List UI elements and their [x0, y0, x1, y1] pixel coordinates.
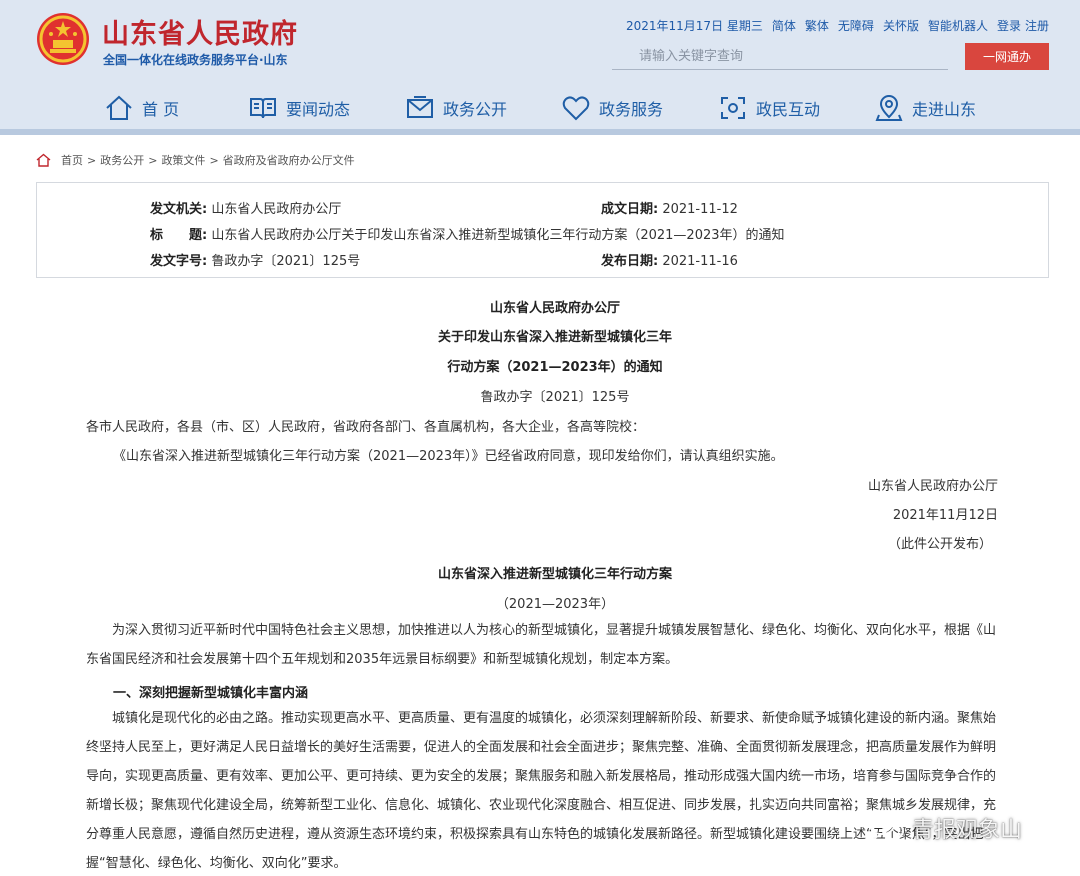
date-value: 2021-11-12	[662, 202, 738, 217]
breadcrumb-gov-affairs[interactable]: 政务公开	[100, 152, 144, 168]
site-subtitle: 全国一体化在线政务服务平台·山东	[103, 53, 288, 67]
plan-intro: 为深入贯彻习近平新时代中国特色社会主义思想，加快推进以人为核心的新型城镇化，显著…	[86, 623, 997, 667]
nav-label: 首 页	[142, 100, 180, 119]
doc-notice: 《山东省深入推进新型城镇化三年行动方案（2021—2023年）》已经省政府同意，…	[113, 449, 784, 464]
doc-heading-issuer: 山东省人民政府办公厅	[489, 301, 620, 316]
home-icon	[106, 95, 132, 120]
section-1-body: 城镇化是现代化的必由之路。推动实现更高水平、更高质量、更有温度的城镇化，必须深刻…	[86, 711, 997, 871]
nav-item-interaction[interactable]: 政民互动	[718, 88, 820, 128]
envelope-icon	[407, 96, 433, 118]
doc-signature: 山东省人民政府办公厅	[867, 479, 998, 494]
number-value: 鲁政办字〔2021〕125号	[211, 254, 361, 269]
wechat-icon	[869, 815, 904, 842]
link-smart-robot[interactable]: 智能机器人	[928, 17, 988, 34]
nav-label: 政务公开	[443, 100, 508, 119]
breadcrumb-separator: >	[87, 153, 97, 167]
nav-item-about-shandong[interactable]: 走进山东	[874, 88, 976, 128]
link-traditional[interactable]: 繁体	[805, 17, 829, 34]
yiwang-tongban-button[interactable]: 一网通办	[965, 43, 1049, 70]
breadcrumb-separator: >	[148, 153, 158, 167]
breadcrumb-policy-files[interactable]: 政策文件	[161, 152, 205, 168]
nav-label: 走进山东	[912, 100, 977, 119]
wechat-watermark: 青报观象山	[868, 812, 1022, 844]
location-pin-icon	[875, 95, 903, 121]
link-register[interactable]: 注册	[1025, 17, 1049, 34]
main-nav: 首 页 要闻动态 政务公开 政务服务 政民互动 走进山东	[0, 88, 1080, 128]
site-title[interactable]: 山东省人民政府	[102, 12, 298, 51]
issuer-label: 发文机关:	[150, 202, 208, 217]
link-simplified[interactable]: 简体	[772, 17, 796, 34]
doc-public-note: （此件公开发布）	[887, 537, 992, 552]
date-label: 成文日期:	[601, 202, 659, 217]
title-label: 标 题:	[150, 228, 208, 243]
breadcrumb: 首页 > 政务公开 > 政策文件 > 省政府及省政府办公厅文件	[36, 152, 355, 168]
heart-icon	[562, 96, 590, 121]
doc-sign-date: 2021年11月12日	[892, 508, 998, 523]
doc-recipients: 各市人民政府，各县（市、区）人民政府，省政府各部门、各直属机构，各大企业，各高等…	[86, 420, 646, 435]
title-row: 标 题: 山东省人民政府办公厅关于印发山东省深入推进新型城镇化三年行动方案（20…	[150, 224, 785, 243]
nav-item-services[interactable]: 政务服务	[561, 88, 663, 128]
date-row: 成文日期: 2021-11-12	[601, 198, 738, 217]
section-1-heading: 一、深刻把握新型城镇化丰富内涵	[113, 686, 309, 701]
nav-item-gov-affairs[interactable]: 政务公开	[405, 88, 507, 128]
publish-value: 2021-11-16	[662, 254, 738, 269]
top-utility-bar: 2021年11月17日 星期三 简体 繁体 无障碍 关怀版 智能机器人 登录 注…	[626, 17, 1049, 34]
doc-number: 鲁政办字〔2021〕125号	[480, 390, 630, 405]
national-emblem-icon	[37, 13, 89, 65]
home-icon	[36, 153, 51, 167]
number-label: 发文字号:	[150, 254, 208, 269]
nav-label: 要闻动态	[286, 100, 351, 119]
search-input[interactable]	[612, 44, 948, 70]
plan-title: 山东省深入推进新型城镇化三年行动方案	[437, 567, 672, 582]
link-accessibility[interactable]: 无障碍	[838, 17, 874, 34]
watermark-text: 青报观象山	[912, 818, 1023, 843]
number-row: 发文字号: 鲁政办字〔2021〕125号	[150, 250, 360, 269]
issuer-value: 山东省人民政府办公厅	[211, 202, 342, 217]
breadcrumb-provincial-files[interactable]: 省政府及省政府办公厅文件	[223, 152, 355, 168]
header-divider	[0, 129, 1080, 135]
link-login[interactable]: 登录	[997, 17, 1021, 34]
nav-item-news[interactable]: 要闻动态	[248, 88, 350, 128]
link-care-version[interactable]: 关怀版	[883, 17, 919, 34]
publish-row: 发布日期: 2021-11-16	[601, 250, 738, 269]
title-value: 山东省人民政府办公厅关于印发山东省深入推进新型城镇化三年行动方案（2021—20…	[211, 228, 785, 243]
publish-label: 发布日期:	[601, 254, 659, 269]
current-date: 2021年11月17日 星期三	[625, 19, 763, 33]
breadcrumb-separator: >	[209, 153, 219, 167]
nav-label: 政民互动	[756, 100, 821, 119]
doc-heading-line3: 行动方案（2021—2023年）的通知	[447, 360, 663, 375]
nav-item-home[interactable]: 首 页	[104, 88, 179, 128]
breadcrumb-home[interactable]: 首页	[61, 152, 83, 168]
nav-label: 政务服务	[599, 100, 664, 119]
issuer-row: 发文机关: 山东省人民政府办公厅	[150, 198, 341, 217]
doc-heading-line2: 关于印发山东省深入推进新型城镇化三年	[437, 330, 672, 345]
plan-years: （2021—2023年）	[495, 597, 615, 612]
document-info-box: 发文机关: 山东省人民政府办公厅 成文日期: 2021-11-12 标 题: 山…	[36, 182, 1049, 278]
book-icon	[250, 98, 276, 119]
interaction-icon	[721, 97, 745, 119]
